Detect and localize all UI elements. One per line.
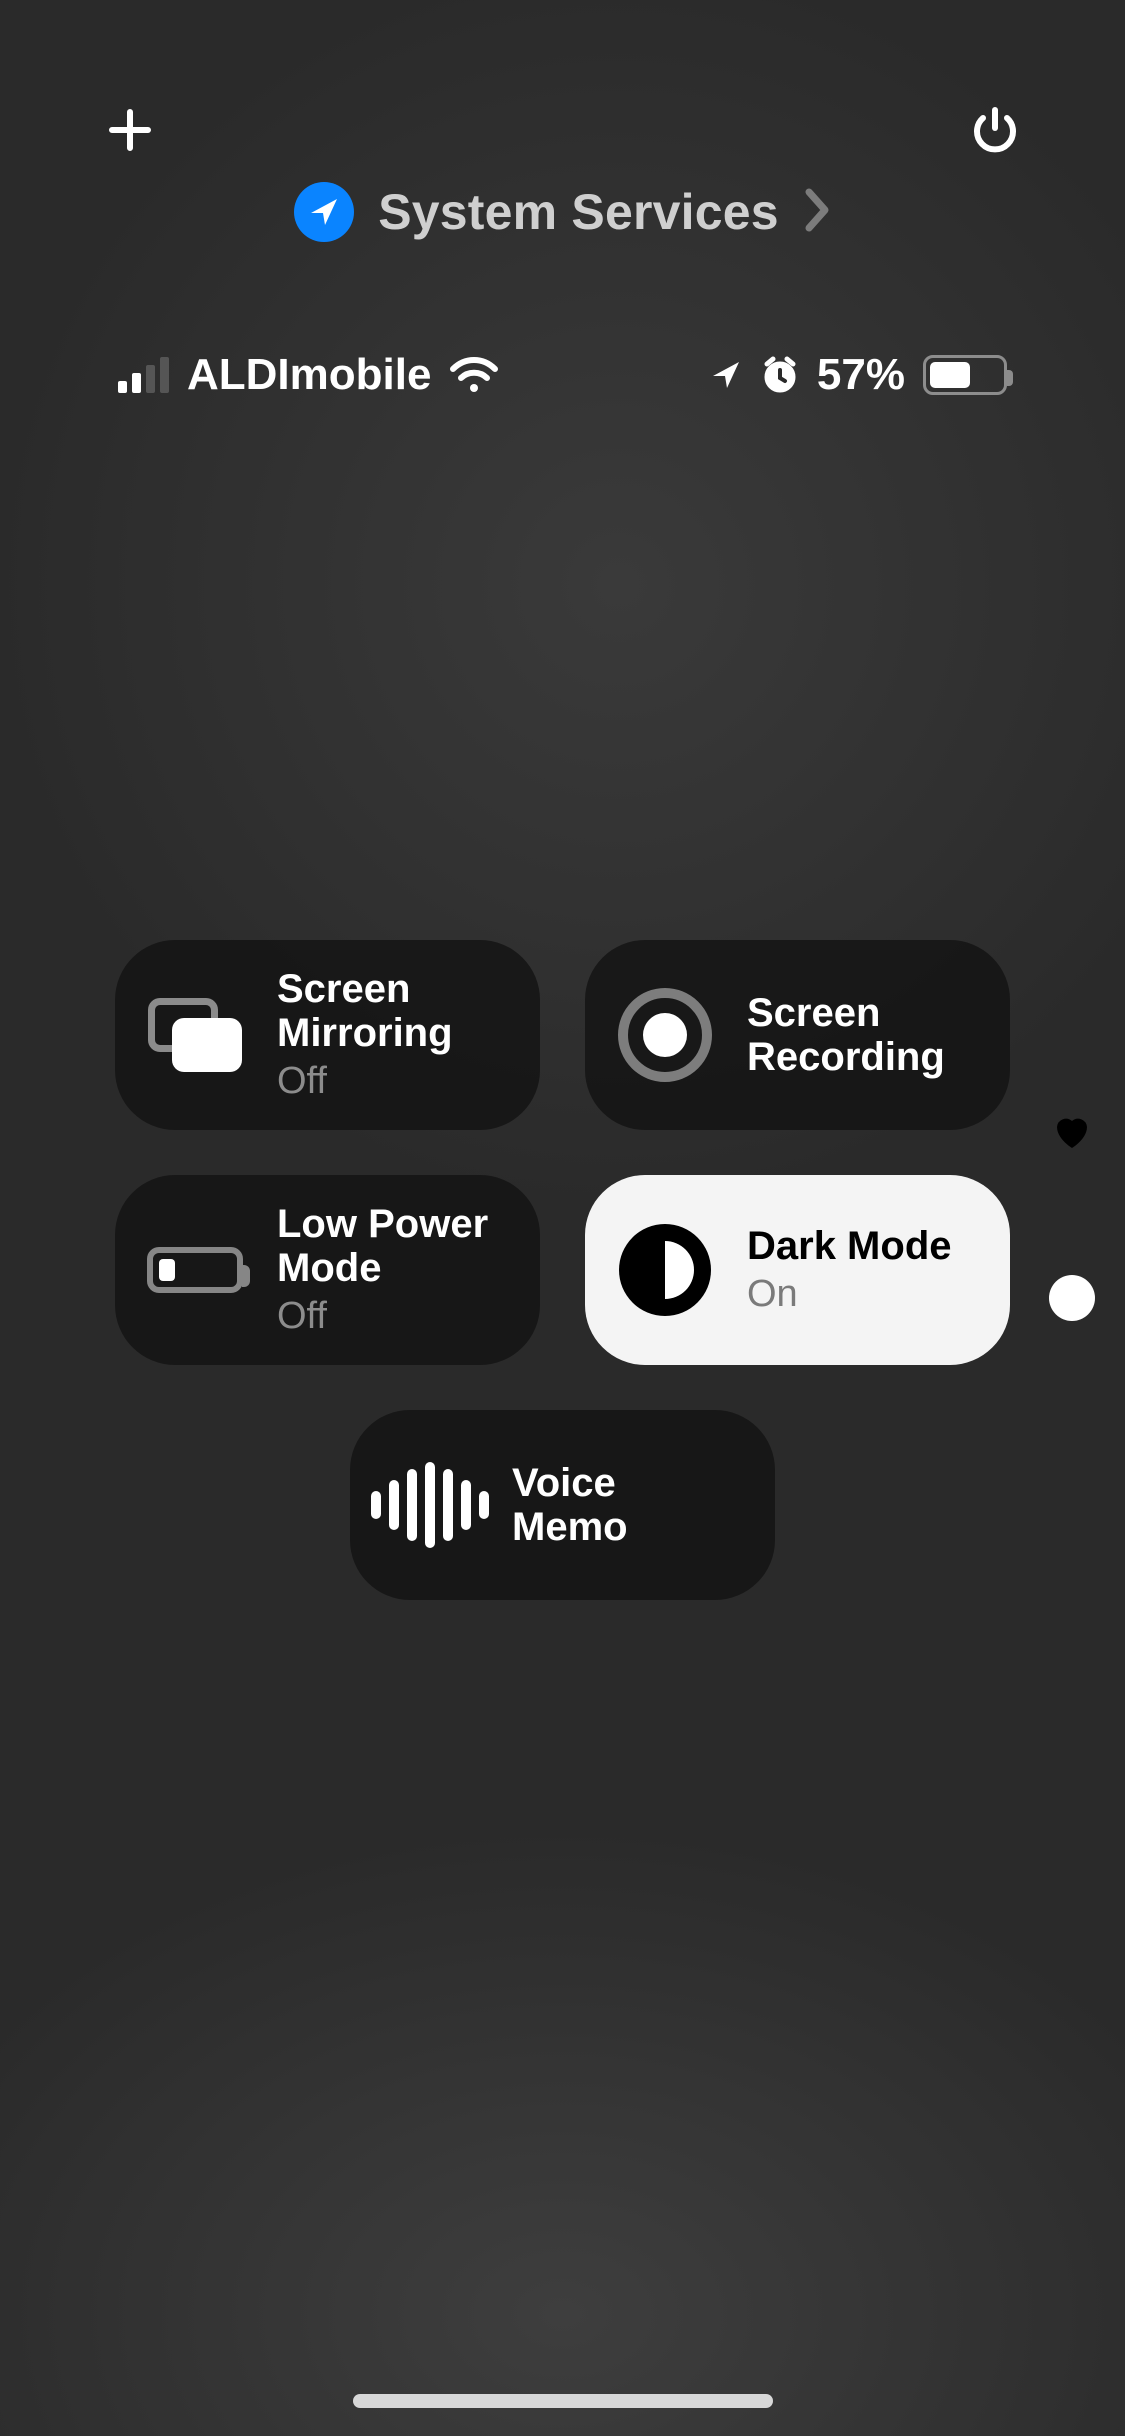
screen-mirroring-tile[interactable]: Screen Mirroring Off xyxy=(115,940,540,1130)
plus-icon xyxy=(106,106,154,154)
location-badge xyxy=(294,182,354,242)
tile-title: Screen Recording xyxy=(747,991,974,1079)
waveform-icon xyxy=(380,1455,480,1555)
tile-title: Screen Mirroring xyxy=(277,967,504,1055)
battery-low-icon xyxy=(145,1220,245,1320)
status-left: ALDImobile xyxy=(118,350,499,400)
status-right: 57% xyxy=(709,350,1007,400)
power-button[interactable] xyxy=(965,100,1025,160)
chevron-right-icon xyxy=(803,188,831,237)
screen-mirroring-icon xyxy=(145,985,245,1085)
breadcrumb[interactable]: System Services xyxy=(0,182,1125,242)
battery-percent-label: 57% xyxy=(817,350,905,400)
preview-status-bar: ALDImobile 57% xyxy=(118,350,1007,400)
cellular-signal-icon xyxy=(118,357,169,393)
tile-title: Low Power Mode xyxy=(277,1202,504,1290)
location-arrow-icon xyxy=(307,195,341,229)
battery-icon xyxy=(923,355,1007,395)
power-icon xyxy=(969,104,1021,156)
location-arrow-icon xyxy=(709,358,743,392)
screen-recording-tile[interactable]: Screen Recording xyxy=(585,940,1010,1130)
heart-icon xyxy=(1049,1108,1095,1154)
dark-mode-tile[interactable]: Dark Mode On xyxy=(585,1175,1010,1365)
control-tiles: Screen Mirroring Off Screen Recording Lo… xyxy=(115,940,1010,1645)
tile-subtitle: Off xyxy=(277,1296,504,1338)
alarm-icon xyxy=(761,356,799,394)
breadcrumb-label: System Services xyxy=(378,183,779,241)
editor-topbar xyxy=(0,70,1125,190)
home-indicator[interactable] xyxy=(353,2394,773,2408)
tile-subtitle: Off xyxy=(277,1061,504,1103)
tile-title: Dark Mode xyxy=(747,1224,952,1268)
page-indicator-dot xyxy=(1049,1275,1095,1321)
record-icon xyxy=(615,985,715,1085)
low-power-mode-tile[interactable]: Low Power Mode Off xyxy=(115,1175,540,1365)
wifi-icon xyxy=(449,356,499,394)
tile-title: Voice Memo xyxy=(512,1461,739,1549)
tile-subtitle: On xyxy=(747,1274,952,1316)
add-control-button[interactable] xyxy=(100,100,160,160)
carrier-label: ALDImobile xyxy=(187,350,431,400)
dark-mode-icon xyxy=(615,1220,715,1320)
voice-memo-tile[interactable]: Voice Memo xyxy=(350,1410,775,1600)
